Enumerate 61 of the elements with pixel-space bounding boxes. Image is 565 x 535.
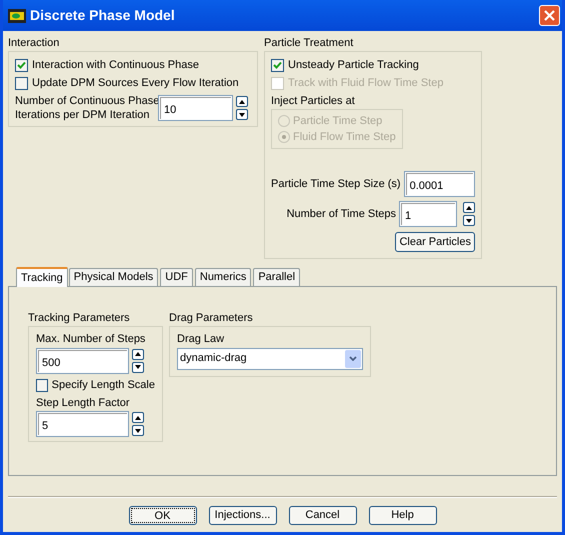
checkbox-label: Update DPM Sources Every Flow Iteration xyxy=(32,76,239,91)
field-label: Number of Continuous Phase Iterations per DPM Iteration xyxy=(15,94,158,122)
spin-down-button[interactable] xyxy=(132,425,144,436)
checkbox-label: Unsteady Particle Tracking xyxy=(288,58,419,73)
group-title: Inject Particles at xyxy=(271,94,356,108)
chevron-down-icon xyxy=(345,350,361,368)
triangle-down-icon xyxy=(135,365,141,369)
tab[interactable]: Physical Models xyxy=(68,268,158,286)
dialog-button[interactable]: OK xyxy=(128,506,196,524)
input-field[interactable]: 500 xyxy=(36,348,129,374)
input-field[interactable]: 5 xyxy=(36,411,129,437)
triangle-down-icon xyxy=(239,112,245,116)
spin-up-button[interactable] xyxy=(236,96,248,107)
check-icon xyxy=(273,60,282,70)
checkbox[interactable] xyxy=(271,58,284,72)
input-field[interactable]: 1 xyxy=(399,201,457,227)
clear-particles-button[interactable]: Clear Particles xyxy=(395,232,475,252)
check-icon xyxy=(17,60,26,70)
checkbox[interactable] xyxy=(36,379,48,392)
triangle-down-icon xyxy=(135,428,141,432)
dialog-button[interactable]: Help xyxy=(368,506,436,524)
checkbox-label: Track with Fluid Flow Time Step xyxy=(288,76,444,91)
group-title: Interaction xyxy=(8,36,60,50)
tab[interactable]: UDF xyxy=(160,268,193,286)
input-field[interactable]: 0.0001 xyxy=(404,171,475,197)
tab[interactable]: Tracking xyxy=(16,267,68,287)
field-label: Drag Law xyxy=(177,332,226,347)
dialog-button[interactable]: Injections... xyxy=(208,506,276,524)
window-title: Discrete Phase Model xyxy=(30,6,176,25)
group-title: Drag Parameters xyxy=(169,311,254,325)
spin-down-button[interactable] xyxy=(463,215,475,226)
app-icon xyxy=(8,8,26,22)
dropdown[interactable]: dynamic-drag xyxy=(177,348,363,370)
checkbox[interactable] xyxy=(15,58,28,72)
spin-down-button[interactable] xyxy=(236,109,248,120)
field-label: Max. Number of Steps xyxy=(36,332,146,347)
close-button[interactable] xyxy=(539,5,560,26)
spin-up-button[interactable] xyxy=(463,202,475,213)
checkbox-label: Interaction with Continuous Phase xyxy=(32,58,199,73)
close-icon xyxy=(544,10,555,21)
field-label: Step Length Factor xyxy=(36,396,131,410)
field-label: Number of Time Steps xyxy=(286,206,396,222)
spin-up-button[interactable] xyxy=(132,412,144,423)
triangle-up-icon xyxy=(135,352,141,356)
group-title: Tracking Parameters xyxy=(28,311,131,325)
input-field[interactable]: 10 xyxy=(158,95,233,121)
field-label: Particle Time Step Size (s) xyxy=(271,176,401,192)
triangle-up-icon xyxy=(466,206,472,210)
triangle-up-icon xyxy=(239,100,245,104)
tab[interactable]: Parallel xyxy=(253,268,300,286)
radio-label: Fluid Flow Time Step xyxy=(293,130,396,145)
tab[interactable]: Numerics xyxy=(194,268,252,286)
checkbox[interactable] xyxy=(15,76,28,90)
group-title: Particle Treatment xyxy=(264,36,354,50)
radio-label: Particle Time Step xyxy=(293,114,382,129)
checkbox-label: Specify Length Scale xyxy=(52,378,155,394)
spin-down-button[interactable] xyxy=(132,362,144,372)
spin-up-button[interactable] xyxy=(132,348,144,360)
triangle-up-icon xyxy=(135,416,141,420)
triangle-down-icon xyxy=(466,218,472,222)
dialog-button[interactable]: Cancel xyxy=(288,506,356,524)
